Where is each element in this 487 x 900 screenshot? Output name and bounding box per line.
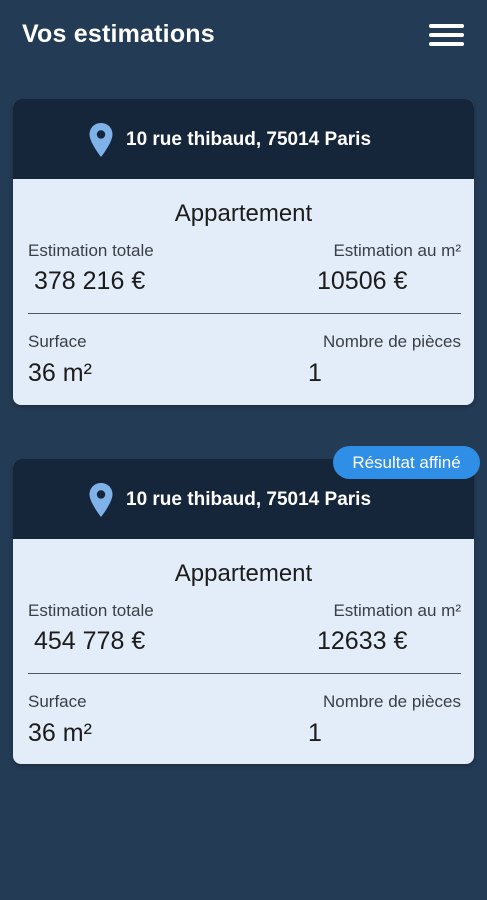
surface-value: 36 m² (28, 359, 92, 387)
total-estimation-value: 454 778 € (34, 627, 146, 655)
card-header: 10 rue thibaud, 75014 Paris (13, 99, 474, 179)
address-text: 10 rue thibaud, 75014 Paris (126, 489, 372, 510)
refined-result-badge: Résultat affiné (333, 446, 480, 479)
location-pin-icon (89, 123, 113, 157)
address-text: 10 rue thibaud, 75014 Paris (126, 129, 372, 150)
estimation-card[interactable]: 10 rue thibaud, 75014 Paris Appartement … (13, 99, 474, 405)
rooms-value: 1 (308, 359, 322, 387)
page-title: Vos estimations (22, 20, 215, 48)
total-estimation-value: 378 216 € (34, 267, 146, 295)
property-type: Appartement (174, 560, 313, 587)
location-pin-icon (89, 483, 113, 517)
total-estimation-label: Estimation totale (28, 601, 154, 620)
rooms-label: Nombre de pièces (323, 332, 461, 351)
surface-label: Surface (28, 692, 87, 711)
total-estimation-label: Estimation totale (28, 241, 154, 260)
per-m2-estimation-label: Estimation au m² (333, 601, 461, 620)
per-m2-estimation-value: 10506 € (317, 267, 408, 295)
divider (28, 673, 461, 674)
app-header: Vos estimations (0, 0, 487, 72)
surface-value: 36 m² (28, 719, 92, 747)
divider (28, 313, 461, 314)
surface-label: Surface (28, 332, 87, 351)
rooms-value: 1 (308, 719, 322, 747)
hamburger-menu-icon[interactable] (426, 20, 466, 50)
property-type: Appartement (174, 200, 313, 227)
estimation-card[interactable]: 10 rue thibaud, 75014 Paris Appartement … (13, 459, 474, 764)
rooms-label: Nombre de pièces (323, 692, 461, 711)
per-m2-estimation-value: 12633 € (317, 627, 408, 655)
per-m2-estimation-label: Estimation au m² (333, 241, 461, 260)
